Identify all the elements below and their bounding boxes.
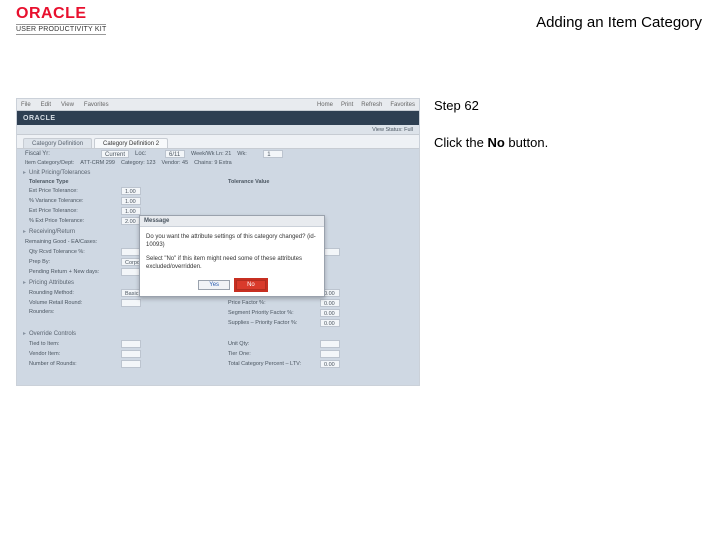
ov-label: Number of Rounds: [29,361,115,367]
step-text-after: button. [505,135,548,150]
ov-label: Vendor Item: [29,351,115,357]
header: ORACLE USER PRODUCTIVITY KIT Adding an I… [0,0,720,44]
oracle-logo: ORACLE [16,6,106,22]
pa-label: Volume Retail Round: [29,300,115,306]
page-title: Adding an Item Category [536,6,704,31]
pend-label: Pending Return + New days: [29,269,115,275]
nav-item: Edit [41,102,51,108]
app-body: Fiscal Yr: Current Loc: 6/11 Week/Wk Ln:… [17,149,419,385]
tol-value: 2.00 [121,217,141,225]
ov-value [121,350,141,358]
nav-item: Print [341,102,353,108]
ov-value: 0.00 [320,360,340,368]
step-text: Click the No button. [434,135,694,150]
ov-label: Tied to Item: [29,341,115,347]
logo-block: ORACLE USER PRODUCTIVITY KIT [16,6,106,35]
dialog-title: Message [140,216,324,227]
week-label: Week/Wk Ln: 21 [191,151,231,157]
itemcat-vendor: Vendor: 45 [162,160,189,166]
tol-row: Ext Price Tolerance: 1.00 [21,186,216,196]
dialog-line2: Select "No" if this item might need some… [146,255,318,272]
tol-value: 1.00 [121,207,141,215]
col-head-left: Tolerance Type [29,179,115,185]
dialog-actions: Yes No [140,276,324,296]
tol-value: 1.00 [121,187,141,195]
nav-item: Favorites [390,102,415,108]
tol-label: Ext Price Tolerance: [29,208,115,214]
step-text-before: Click the [434,135,487,150]
nav-item: Refresh [361,102,382,108]
app-statusbar: View Status: Full [17,125,419,135]
col-head-right: Tolerance Value [228,179,314,185]
browser-tabbar: File Edit View Favorites Home Print Refr… [17,99,419,111]
qty-value [121,248,141,256]
row-item-cat: Item Category/Dept: ATT-CRM 299 Category… [17,159,419,167]
nav-item: Favorites [84,102,109,108]
wk-value: 1 [263,150,283,158]
nav-item: File [21,102,31,108]
dialog-line1: Do you want the attribute settings of th… [146,233,318,250]
section-override: Override Controls [17,328,419,339]
qty-label: Qty Rcvd Tolerance %: [29,249,115,255]
no-button[interactable]: No [236,280,266,290]
loc-label: Loc: [135,151,159,157]
content-row: File Edit View Favorites Home Print Refr… [16,98,704,386]
ov-value [320,340,340,348]
ov-label: Total Category Percent – LTV: [228,361,314,367]
step-label: Step 62 [434,98,694,113]
tol-value: 1.00 [121,197,141,205]
yes-button[interactable]: Yes [198,280,230,290]
pa-label: Segment Priority Factor %: [228,310,314,316]
ov-value [320,350,340,358]
ov-label: Tier One: [228,351,314,357]
pa-label: Price Factor %: [228,300,314,306]
prep-label: Prep By: [29,259,115,265]
step-text-bold: No [487,135,504,150]
row-fiscal: Fiscal Yr: Current Loc: 6/11 Week/Wk Ln:… [17,149,419,159]
pa-value: 0.00 [320,309,340,317]
pa-label: Rounding Method: [29,290,115,296]
pa-value: 0.00 [320,319,340,327]
tol-label: Ext Price Tolerance: [29,188,115,194]
loc-value: 6/11 [165,150,185,158]
ov-value [121,340,141,348]
tol-label: % Variance Tolerance: [29,198,115,204]
ov-label: Unit Qty: [228,341,314,347]
dialog-message: Message Do you want the attribute settin… [139,215,325,297]
nav-item: View [61,102,74,108]
itemcat-chains: Chains: 9 Extra [194,160,232,166]
wk-label: Wk: [237,151,257,157]
pa-value [121,299,141,307]
app-screenshot: File Edit View Favorites Home Print Refr… [16,98,420,386]
tab-category-definition[interactable]: Category Definition [23,138,92,148]
app-tabs: Category Definition Category Definition … [17,135,419,149]
pa-value: 0.00 [320,299,340,307]
itemcat-label: Item Category/Dept: [25,160,74,166]
view-status: View Status: Full [372,127,413,133]
tab-category-definition-2[interactable]: Category Definition 2 [94,138,168,148]
instructions: Step 62 Click the No button. [434,98,694,386]
fiscal-value: Current [101,150,129,158]
pa-label: Supplies – Priority Factor %: [228,320,314,326]
nav-item: Home [317,102,333,108]
itemcat-cat: Category: 123 [121,160,156,166]
pend-value [121,268,141,276]
dialog-body: Do you want the attribute settings of th… [140,227,324,276]
ov-value [121,360,141,368]
app-brandbar: ORACLE [17,111,419,125]
tol-label: % Ext Price Tolerance: [29,218,115,224]
tol-row: % Variance Tolerance: 1.00 [21,196,216,206]
itemcat-code: ATT-CRM 299 [80,160,115,166]
recv-remaining-label: Remaining Good - EA/Cases: [25,239,135,245]
logo-subtitle: USER PRODUCTIVITY KIT [16,24,106,35]
fiscal-label: Fiscal Yr: [25,151,95,157]
section-pricing-tolerances: Unit Pricing/Tolerances [17,167,419,178]
rounders-label: Rounders: [29,309,115,315]
